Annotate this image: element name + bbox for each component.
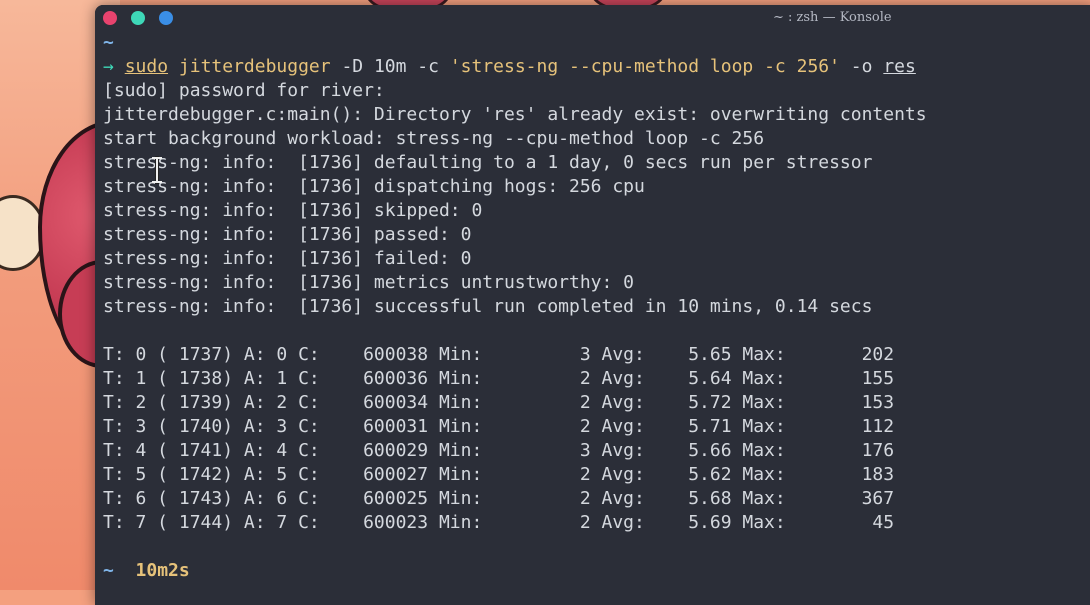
terminal-area[interactable]: ~ → sudo jitterdebugger -D 10m -c 'stres… (103, 31, 1090, 605)
konsole-window: ~ : zsh — Konsole ~ → sudo jitterdebugge… (95, 5, 1090, 605)
prompt-arrow-icon: → (103, 56, 114, 77)
close-button[interactable] (103, 11, 117, 25)
minimize-button[interactable] (131, 11, 145, 25)
output-line: stress-ng: info: [1736] failed: 0 (103, 248, 472, 269)
output-line: stress-ng: info: [1736] passed: 0 (103, 224, 472, 245)
result-row: T: 6 ( 1743) A: 6 C: 600025 Min: 2 Avg: … (103, 488, 895, 509)
cmd-binary: jitterdebugger (178, 56, 331, 77)
output-line: stress-ng: info: [1736] defaulting to a … (103, 152, 873, 173)
output-line: stress-ng: info: [1736] metrics untrustw… (103, 272, 635, 293)
maximize-button[interactable] (159, 11, 173, 25)
output-line: stress-ng: info: [1736] dispatching hogs… (103, 176, 645, 197)
final-prompt: ~ 10m2s (103, 559, 1090, 583)
cmd-sudo[interactable]: sudo (125, 56, 168, 77)
output-line: [sudo] password for river: (103, 80, 385, 101)
result-row: T: 3 ( 1740) A: 3 C: 600031 Min: 2 Avg: … (103, 416, 895, 437)
output-line: stress-ng: info: [1736] successful run c… (103, 296, 873, 317)
output-line: start background workload: stress-ng --c… (103, 128, 765, 149)
command-line: → sudo jitterdebugger -D 10m -c 'stress-… (103, 55, 1090, 79)
cwd-tilde: ~ (103, 32, 114, 53)
result-row: T: 7 ( 1744) A: 7 C: 600023 Min: 2 Avg: … (103, 512, 895, 533)
result-row: T: 0 ( 1737) A: 0 C: 600038 Min: 3 Avg: … (103, 344, 895, 365)
output-line: stress-ng: info: [1736] skipped: 0 (103, 200, 483, 221)
prompt-tilde: ~ (103, 560, 114, 581)
result-row: T: 1 ( 1738) A: 1 C: 600036 Min: 2 Avg: … (103, 368, 895, 389)
window-title: ~ : zsh — Konsole (773, 10, 892, 25)
elapsed-time: 10m2s (135, 560, 190, 581)
result-row: T: 2 ( 1739) A: 2 C: 600034 Min: 2 Avg: … (103, 392, 895, 413)
cmd-args: -o (839, 56, 884, 77)
result-row: T: 5 ( 1742) A: 5 C: 600027 Min: 2 Avg: … (103, 464, 895, 485)
cmd-quoted-arg: 'stress-ng --cpu-method loop -c 256' (449, 56, 840, 77)
text-cursor-icon (152, 157, 162, 183)
cmd-args: -D 10m -c (330, 56, 450, 77)
title-bar[interactable]: ~ : zsh — Konsole (95, 5, 1090, 31)
cwd-line: ~ (103, 31, 1090, 55)
output-line: jitterdebugger.c:main(): Directory 'res'… (103, 104, 927, 125)
result-row: T: 4 ( 1741) A: 4 C: 600029 Min: 3 Avg: … (103, 440, 895, 461)
cmd-outdir[interactable]: res (883, 56, 916, 77)
